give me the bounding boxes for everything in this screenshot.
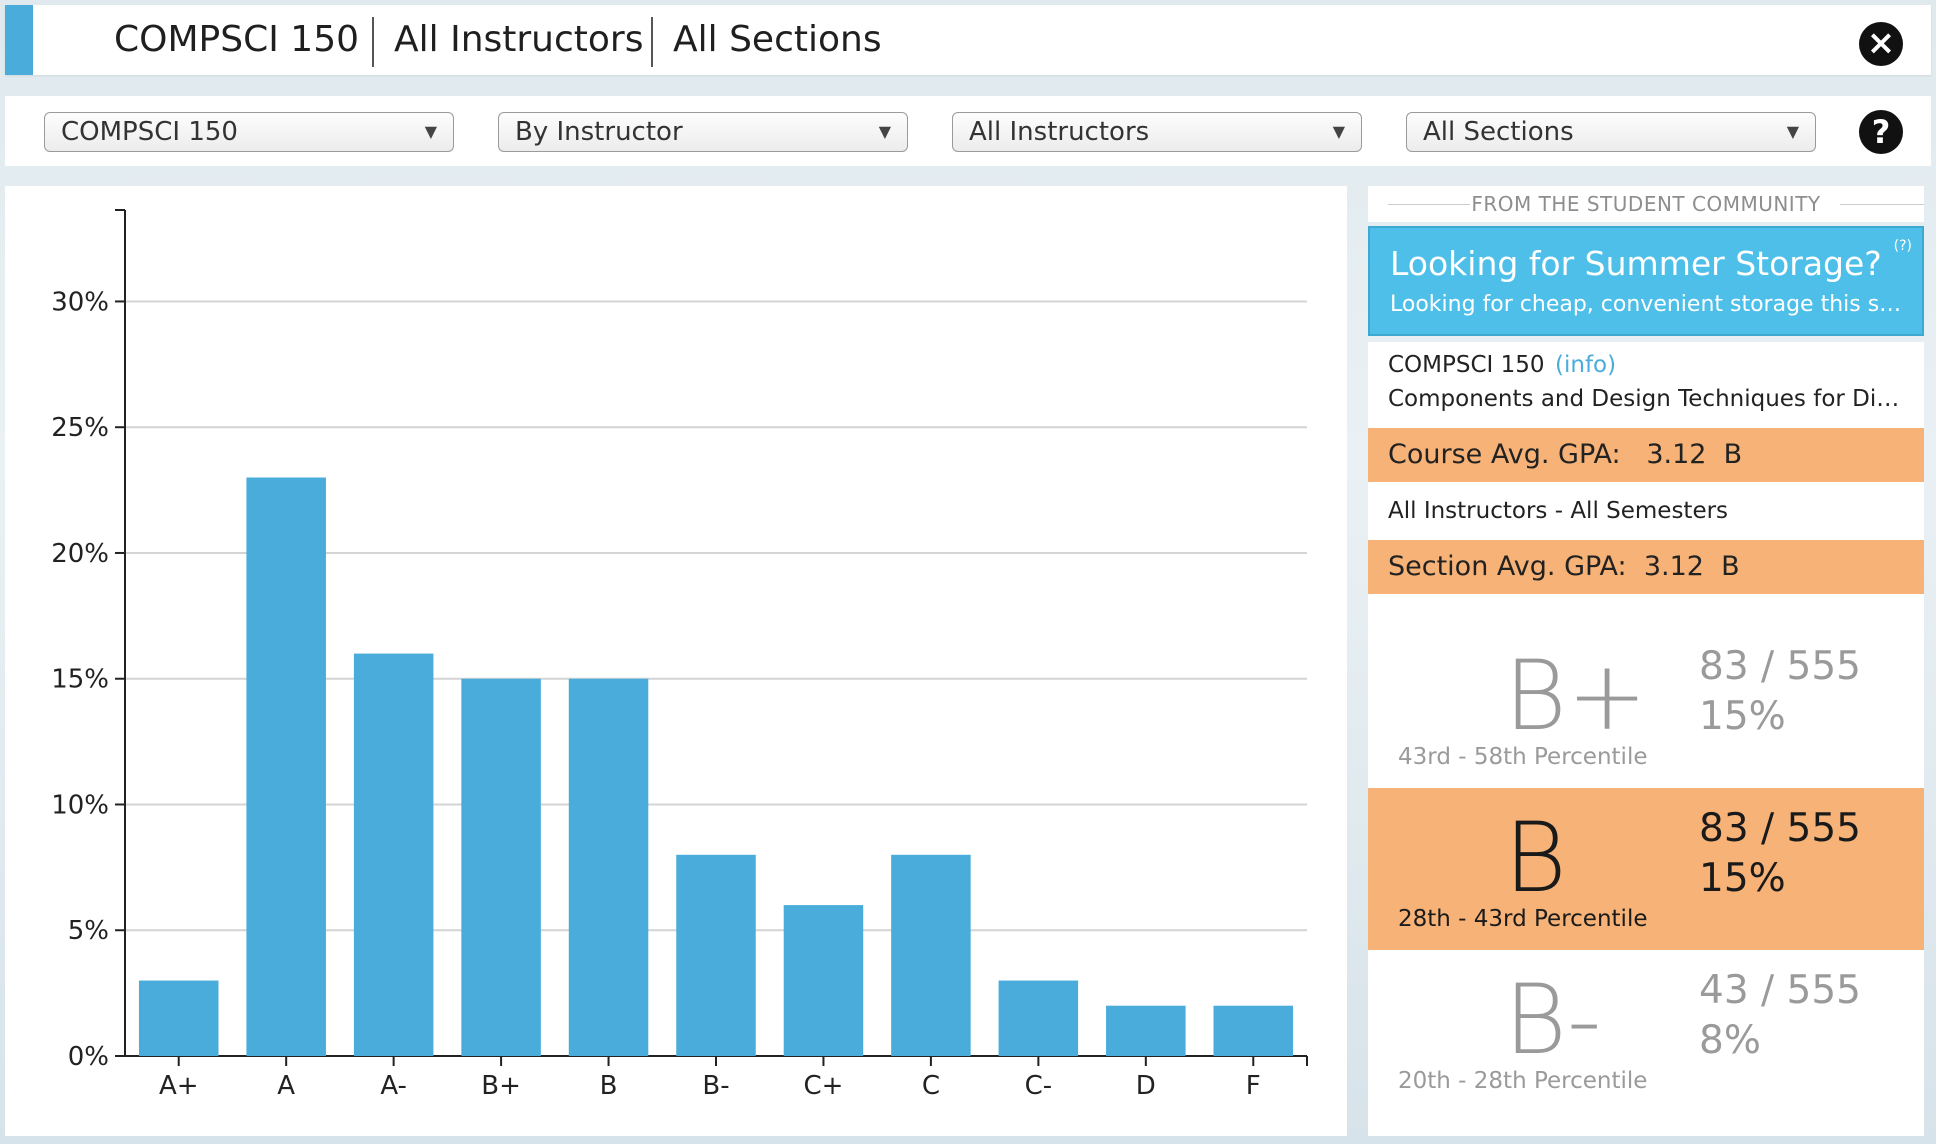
grade-percentile-range: 43rd - 58th Percentile — [1398, 744, 1648, 770]
chevron-down-icon: ▼ — [1786, 122, 1799, 141]
breadcrumb-section[interactable]: All Sections — [673, 5, 882, 75]
course-code: COMPSCI 150 — [1388, 352, 1545, 378]
bar-c-minus — [998, 980, 1079, 1056]
grade-count: 83 / 555 — [1699, 644, 1861, 689]
community-heading: FROM THE STUDENT COMMUNITY — [1471, 192, 1821, 216]
chevron-down-icon: ▼ — [424, 122, 437, 141]
grade-letter: B — [1504, 802, 1567, 914]
divider — [1840, 204, 1924, 205]
grade-count: 43 / 555 — [1699, 968, 1861, 1013]
breadcrumb-course[interactable]: COMPSCI 150 — [114, 5, 359, 75]
breadcrumb-divider — [372, 17, 374, 67]
course-avg-grade: B — [1723, 439, 1743, 470]
bar-a — [246, 477, 326, 1056]
x-tick-label: D — [1136, 1071, 1156, 1101]
bar-a-minusplus — [138, 980, 219, 1056]
y-tick-label: 15% — [51, 665, 109, 695]
course-avg-gpa: Course Avg. GPA: 3.12 B — [1368, 428, 1924, 482]
ad-title: Looking for Summer Storage? — [1390, 244, 1882, 283]
instructor-select[interactable]: All Instructors ▼ — [952, 112, 1362, 152]
mode-select-value: By Instructor — [515, 117, 683, 147]
filter-bar: COMPSCI 150 ▼ By Instructor ▼ All Instru… — [5, 96, 1931, 166]
section-avg-value: 3.12 — [1643, 551, 1704, 582]
bar-c-minusplus — [783, 905, 864, 1056]
y-tick-label: 25% — [51, 413, 109, 443]
bar-b-minus — [676, 854, 756, 1056]
divider — [1388, 204, 1470, 205]
bar-b-minusplus — [461, 678, 541, 1056]
help-icon[interactable]: ? — [1859, 110, 1903, 154]
grade-card-b-plus[interactable]: B+ 43rd - 58th Percentile 83 / 555 15% — [1368, 626, 1924, 788]
ad-subtitle: Looking for cheap, convenient storage th… — [1390, 292, 1910, 317]
x-tick-label: B+ — [481, 1071, 521, 1101]
community-header: FROM THE STUDENT COMMUNITY — [1368, 186, 1924, 222]
bar-f — [1213, 1005, 1294, 1056]
y-tick-label: 30% — [51, 287, 109, 317]
chart-svg: 0% 5% 10% 15% 20% 25% 30% A+ A A- B+ B B- C+ C C- D F — [51, 209, 1308, 1101]
instructor-scope: All Instructors - All Semesters — [1388, 498, 1729, 524]
grade-letter: B+ — [1504, 640, 1648, 752]
x-tick-label: A+ — [159, 1071, 199, 1101]
grade-share: 15% — [1699, 694, 1786, 739]
course-name: Components and Design Techniques for Dig… — [1388, 386, 1913, 412]
section-avg-gpa: Section Avg. GPA: 3.12 B — [1368, 540, 1924, 594]
x-tick-label: A — [277, 1071, 295, 1101]
bar-a-minus — [353, 653, 434, 1056]
y-tick-label: 20% — [51, 539, 109, 569]
grade-percentile-range: 28th - 43rd Percentile — [1398, 906, 1648, 932]
x-tick-label: A- — [380, 1071, 407, 1101]
course-info-link[interactable]: (info) — [1555, 352, 1616, 378]
instructor-select-value: All Instructors — [969, 117, 1150, 147]
ad-help-link[interactable]: (?) — [1894, 238, 1912, 254]
y-tick-label: 5% — [68, 916, 109, 946]
x-tick-label: C- — [1025, 1071, 1053, 1101]
x-tick-label: F — [1246, 1071, 1261, 1101]
course-select-value: COMPSCI 150 — [61, 117, 238, 147]
chevron-down-icon: ▼ — [878, 122, 891, 141]
header-accent — [5, 5, 33, 75]
mode-select[interactable]: By Instructor ▼ — [498, 112, 908, 152]
course-select[interactable]: COMPSCI 150 ▼ — [44, 112, 454, 152]
grade-distribution-chart: 0% 5% 10% 15% 20% 25% 30% A+ A A- B+ B B- C+ C C- D F — [5, 186, 1347, 1136]
bar-d — [1106, 1005, 1186, 1056]
chevron-down-icon: ▼ — [1332, 122, 1345, 141]
header-bar: COMPSCI 150 All Instructors All Sections… — [5, 5, 1931, 75]
breadcrumb-divider — [651, 17, 653, 67]
grade-percentile-range: 20th - 28th Percentile — [1398, 1068, 1648, 1094]
x-tick-label: C+ — [803, 1071, 843, 1101]
section-select[interactable]: All Sections ▼ — [1406, 112, 1816, 152]
bar-c — [891, 854, 971, 1056]
grade-card-b[interactable]: B 28th - 43rd Percentile 83 / 555 15% — [1368, 788, 1924, 950]
x-tick-label: B — [600, 1071, 618, 1101]
x-tick-label: C — [922, 1071, 940, 1101]
section-avg-grade: B — [1721, 551, 1740, 582]
course-avg-label: Course Avg. GPA: — [1388, 439, 1621, 470]
breadcrumb-instructor[interactable]: All Instructors — [394, 5, 644, 75]
x-tick-label: B- — [702, 1071, 729, 1101]
section-avg-label: Section Avg. GPA: — [1388, 551, 1627, 582]
grade-share: 8% — [1699, 1018, 1761, 1063]
bar-b — [568, 678, 649, 1056]
y-tick-label: 10% — [51, 790, 109, 820]
grade-card-b-minus[interactable]: B- 20th - 28th Percentile 43 / 555 8% — [1368, 950, 1924, 1136]
grade-share: 15% — [1699, 856, 1786, 901]
grade-letter: B- — [1504, 964, 1602, 1076]
grade-count: 83 / 555 — [1699, 806, 1861, 851]
storage-ad[interactable]: Looking for Summer Storage? Looking for … — [1368, 226, 1924, 336]
y-tick-label: 0% — [68, 1042, 109, 1072]
section-select-value: All Sections — [1423, 117, 1574, 147]
course-avg-value: 3.12 — [1646, 439, 1707, 470]
close-icon[interactable]: × — [1859, 22, 1903, 66]
